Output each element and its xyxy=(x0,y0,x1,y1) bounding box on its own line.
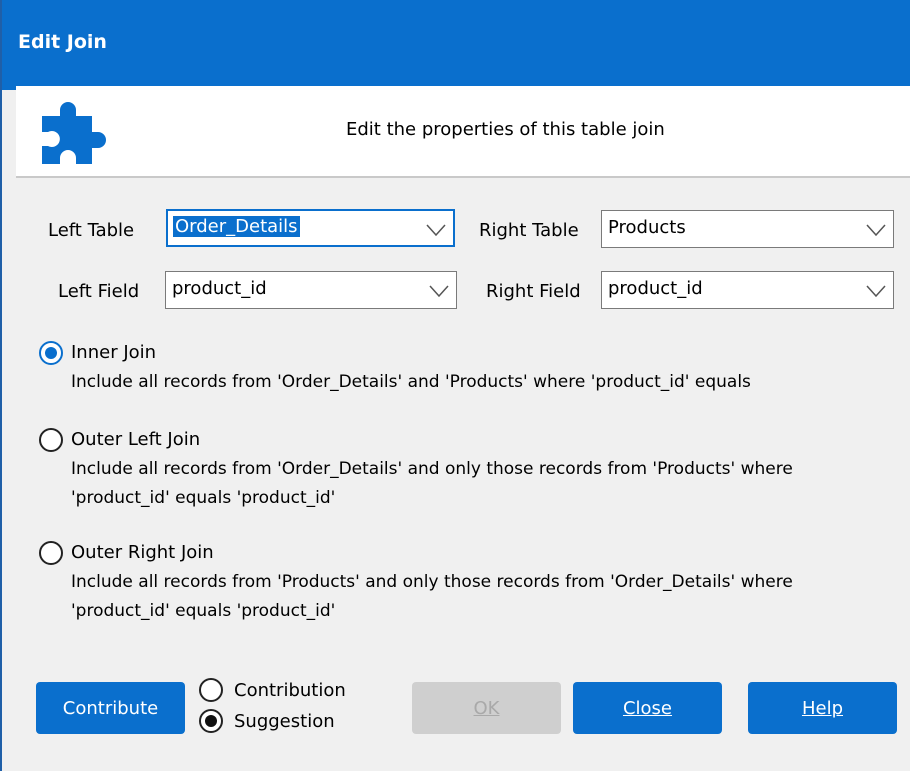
right-field-value: product_id xyxy=(608,278,703,299)
dialog-header: Edit the properties of this table join xyxy=(16,86,910,178)
suggestion-label[interactable]: Suggestion xyxy=(234,711,335,732)
chevron-down-icon xyxy=(866,224,886,237)
outer-right-join-description-line2: 'product_id' equals 'product_id' xyxy=(71,601,336,621)
ok-button-label: OK xyxy=(473,697,500,719)
right-table-value: Products xyxy=(608,217,686,238)
window-title: Edit Join xyxy=(18,31,107,53)
title-bar: Edit Join xyxy=(2,0,910,90)
inner-join-description: Include all records from 'Order_Details'… xyxy=(71,372,751,392)
contribution-radio[interactable] xyxy=(199,678,223,702)
inner-join-title[interactable]: Inner Join xyxy=(71,342,156,363)
outer-right-join-description-line1: Include all records from 'Products' and … xyxy=(71,572,793,592)
chevron-down-icon xyxy=(429,285,449,298)
outer-left-join-description-line2: 'product_id' equals 'product_id' xyxy=(71,488,336,508)
right-field-label: Right Field xyxy=(486,281,581,302)
right-field-select[interactable]: product_id xyxy=(601,271,894,309)
left-field-value: product_id xyxy=(172,278,267,299)
suggestion-radio[interactable] xyxy=(199,709,223,733)
outer-left-join-title[interactable]: Outer Left Join xyxy=(71,429,200,450)
contribute-button[interactable]: Contribute xyxy=(36,682,185,734)
outer-right-join-title[interactable]: Outer Right Join xyxy=(71,542,214,563)
close-button-label: Close xyxy=(622,697,673,719)
left-field-label: Left Field xyxy=(58,281,140,302)
chevron-down-icon xyxy=(426,224,446,237)
left-table-label: Left Table xyxy=(48,220,135,241)
left-table-select[interactable]: Order_Details xyxy=(166,209,455,247)
outer-left-join-radio[interactable] xyxy=(39,428,63,452)
right-table-select[interactable]: Products xyxy=(601,210,894,248)
contribution-label[interactable]: Contribution xyxy=(234,680,346,701)
help-button[interactable]: Help xyxy=(748,682,897,734)
outer-right-join-radio[interactable] xyxy=(39,541,63,565)
close-button[interactable]: Close xyxy=(573,682,722,734)
inner-join-radio[interactable] xyxy=(39,341,63,365)
left-field-select[interactable]: product_id xyxy=(165,271,457,309)
ok-button[interactable]: OK xyxy=(412,682,561,734)
chevron-down-icon xyxy=(866,285,886,298)
edit-join-dialog: Edit Join Edit the properties of this ta… xyxy=(0,0,910,771)
left-table-value: Order_Details xyxy=(172,215,301,238)
outer-left-join-description-line1: Include all records from 'Order_Details'… xyxy=(71,459,793,479)
header-description: Edit the properties of this table join xyxy=(346,119,665,140)
right-table-label: Right Table xyxy=(479,220,579,241)
help-button-label: Help xyxy=(801,697,844,719)
puzzle-icon xyxy=(42,102,106,164)
